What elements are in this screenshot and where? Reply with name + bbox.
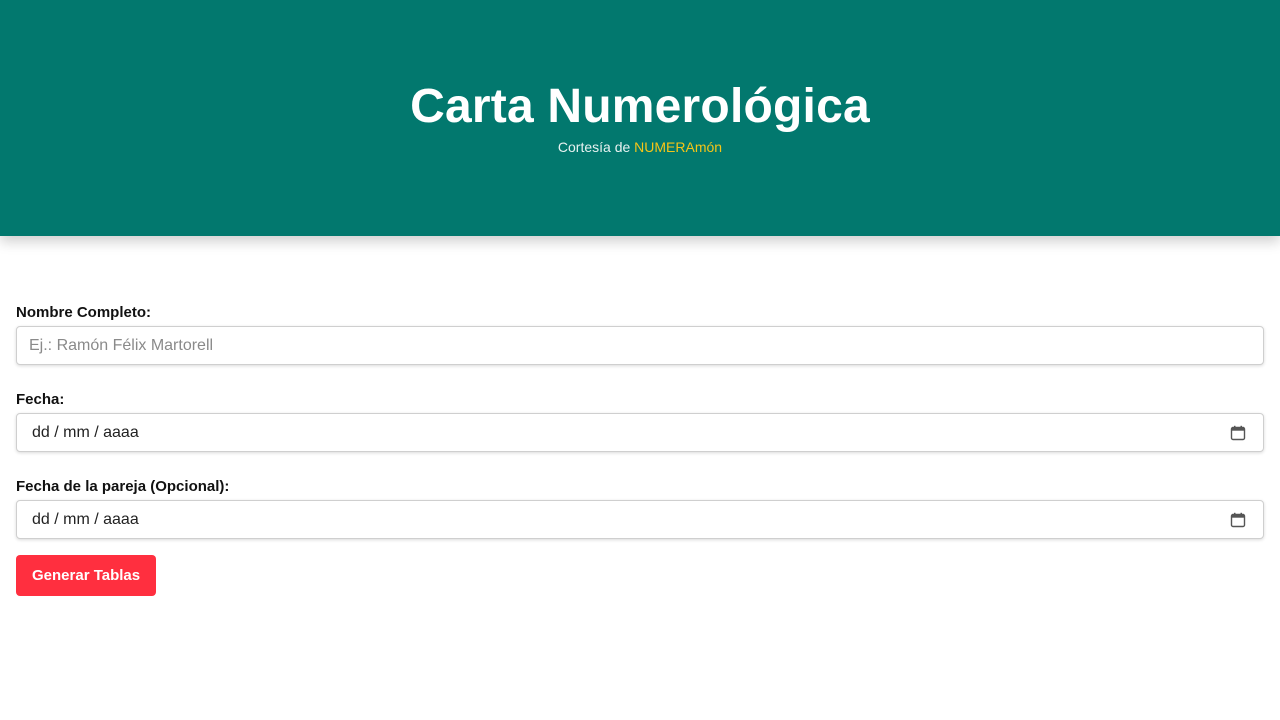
page-title: Carta Numerológica	[410, 80, 870, 133]
page-subtitle: Cortesía de NUMERAmón	[0, 138, 1280, 156]
partner-date-input[interactable]: dd / mm / aaaa	[16, 500, 1264, 539]
subtitle-prefix: Cortesía de	[557, 139, 635, 155]
partner-date-value[interactable]: dd / mm / aaaa	[32, 501, 139, 538]
name-input[interactable]	[17, 327, 1263, 364]
date-input[interactable]: dd / mm / aaaa	[16, 413, 1264, 452]
numerology-form: Nombre Completo: Fecha: dd / mm / aaaa F…	[16, 300, 1264, 596]
brand-name: NUMERAmón	[634, 139, 723, 155]
name-field[interactable]	[16, 326, 1264, 365]
date-label: Fecha:	[16, 391, 65, 408]
partner-date-label: Fecha de la pareja (Opcional):	[16, 478, 230, 495]
name-label: Nombre Completo:	[16, 304, 151, 321]
date-value[interactable]: dd / mm / aaaa	[32, 414, 139, 451]
calendar-icon[interactable]	[1230, 425, 1246, 441]
generate-tables-button[interactable]: Generar Tablas	[16, 555, 157, 596]
page-header: Carta Numerológica Cortesía de NUMERAmón	[0, 0, 1280, 236]
calendar-icon[interactable]	[1230, 512, 1246, 528]
